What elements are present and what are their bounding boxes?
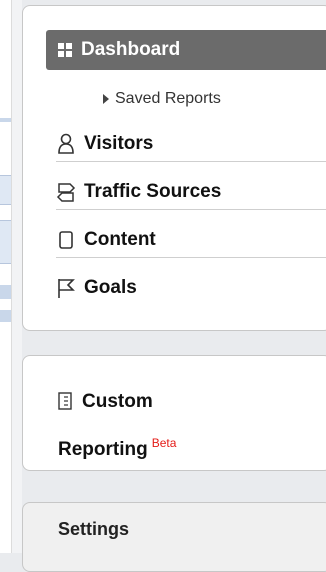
report-nav-panel: Dashboard Saved Reports Visitors Traffic…	[22, 5, 326, 331]
cropped-blue-row	[0, 175, 11, 205]
cropped-divider	[0, 118, 11, 122]
nav-saved-reports[interactable]: Saved Reports	[103, 90, 221, 108]
nav-visitors[interactable]: Visitors	[56, 126, 326, 162]
nav-dashboard[interactable]: Dashboard	[46, 30, 326, 70]
nav-dashboard-label: Dashboard	[81, 39, 181, 60]
signpost-icon	[56, 181, 76, 203]
settings-link[interactable]: Settings	[58, 519, 129, 540]
gutter	[12, 0, 22, 553]
page-icon	[56, 229, 76, 251]
beta-badge: Beta	[151, 436, 177, 450]
cropped-left-content	[0, 0, 12, 553]
custom-reporting-link[interactable]: Custom Reporting Beta	[58, 382, 176, 469]
dashboard-grid-icon	[58, 42, 73, 58]
settings-panel: Settings	[22, 502, 326, 572]
custom-reporting-line2: Reporting	[58, 439, 148, 460]
flag-icon	[56, 277, 76, 299]
custom-reporting-panel: Custom Reporting Beta	[22, 355, 326, 471]
nav-content[interactable]: Content	[56, 222, 326, 258]
report-document-icon	[58, 385, 72, 424]
nav-visitors-label: Visitors	[84, 132, 154, 154]
cropped-blue-strip	[0, 310, 11, 322]
nav-goals[interactable]: Goals	[56, 270, 326, 306]
triangle-right-icon	[103, 94, 109, 104]
cropped-blue-row	[0, 220, 11, 264]
cropped-blue-strip	[0, 285, 11, 299]
nav-traffic-sources-label: Traffic Sources	[84, 180, 222, 202]
nav-content-label: Content	[84, 228, 156, 250]
custom-reporting-line1: Custom	[82, 391, 153, 412]
nav-traffic-sources[interactable]: Traffic Sources	[56, 174, 326, 210]
nav-saved-reports-label: Saved Reports	[115, 90, 221, 107]
nav-goals-label: Goals	[84, 277, 137, 298]
person-icon	[56, 133, 76, 155]
